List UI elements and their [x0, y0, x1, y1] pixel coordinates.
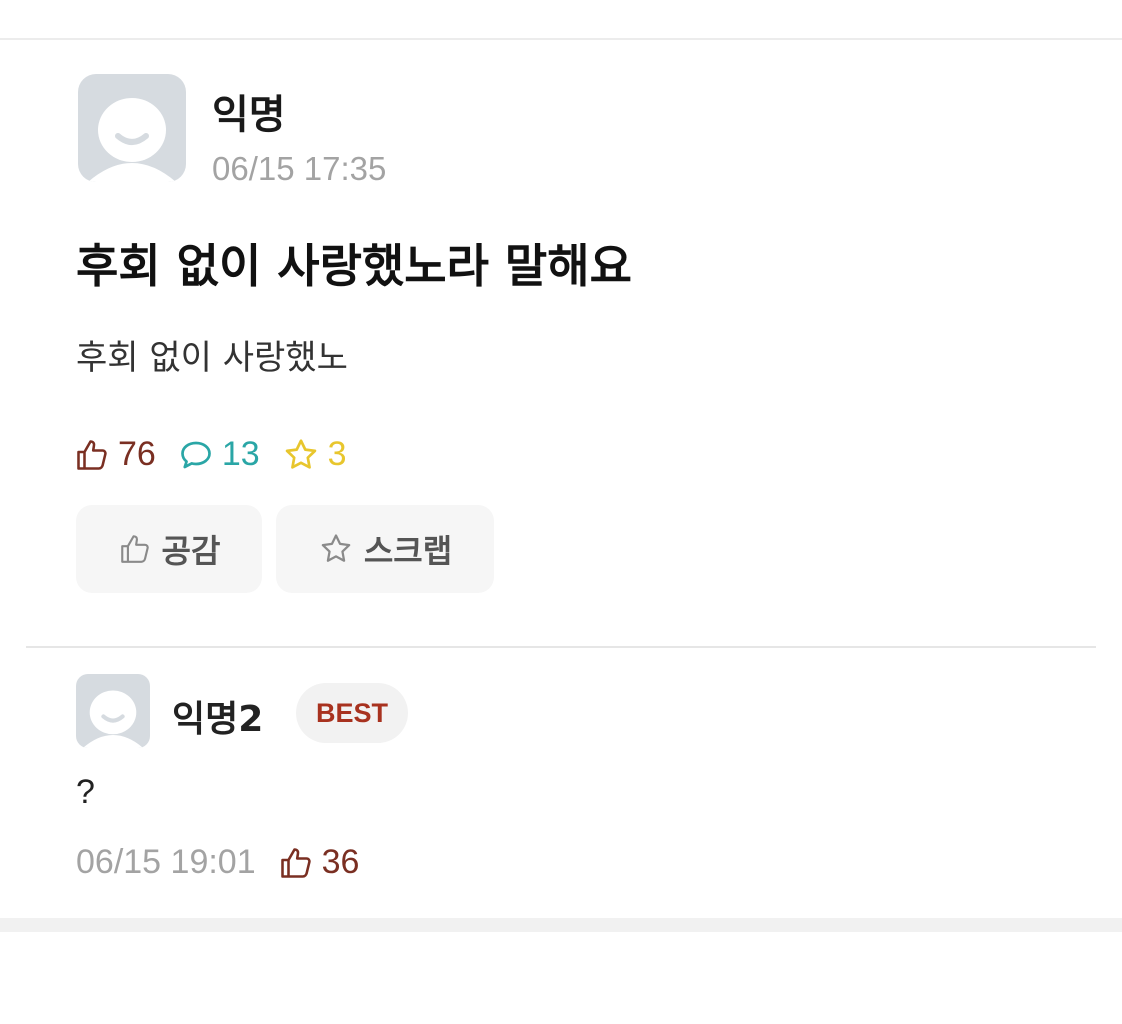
- thumbs-up-icon: [280, 847, 311, 878]
- scrap-button[interactable]: 스크랩: [276, 505, 494, 593]
- scrap-button-label: 스크랩: [363, 532, 453, 570]
- default-avatar-icon: [88, 98, 176, 182]
- comment-like-button[interactable]: 36: [278, 843, 360, 882]
- thumbs-up-icon: [77, 439, 107, 470]
- thumbs-up-icon: [120, 535, 149, 563]
- like-button[interactable]: 공감: [76, 505, 262, 593]
- top-divider: [0, 38, 1122, 40]
- comment-meta: 06/15 19:01 36: [76, 843, 359, 882]
- comment-count-value: 13: [221, 435, 260, 473]
- post-title: 후회 없이 사랑했노라 말해요: [76, 239, 632, 293]
- scrap-count-value: 3: [327, 435, 347, 473]
- comment-timestamp: 06/15 19:01: [76, 843, 256, 881]
- comment-author-avatar[interactable]: [76, 674, 150, 748]
- default-avatar-icon: [82, 690, 144, 748]
- star-icon: [321, 534, 351, 562]
- comment-count: 13: [178, 435, 260, 474]
- post-stats: 76 13 3: [74, 435, 369, 474]
- like-button-label: 공감: [161, 532, 221, 570]
- star-icon: [285, 438, 316, 469]
- post-timestamp: 06/15 17:35: [212, 150, 387, 187]
- comment-author-name[interactable]: 익명2: [172, 690, 263, 742]
- post-author-name[interactable]: 익명: [212, 82, 286, 140]
- like-count-value: 76: [118, 435, 156, 473]
- post-body: 후회 없이 사랑했노: [76, 338, 348, 378]
- best-badge: BEST: [296, 683, 408, 743]
- speech-bubble-icon: [180, 441, 211, 468]
- scrap-count: 3: [282, 435, 347, 474]
- section-divider: [26, 646, 1096, 648]
- comment-like-count: 36: [321, 843, 360, 881]
- bottom-separator: [0, 918, 1122, 932]
- like-count: 76: [74, 435, 156, 474]
- comment-text: ?: [76, 773, 95, 811]
- author-avatar[interactable]: [78, 74, 186, 182]
